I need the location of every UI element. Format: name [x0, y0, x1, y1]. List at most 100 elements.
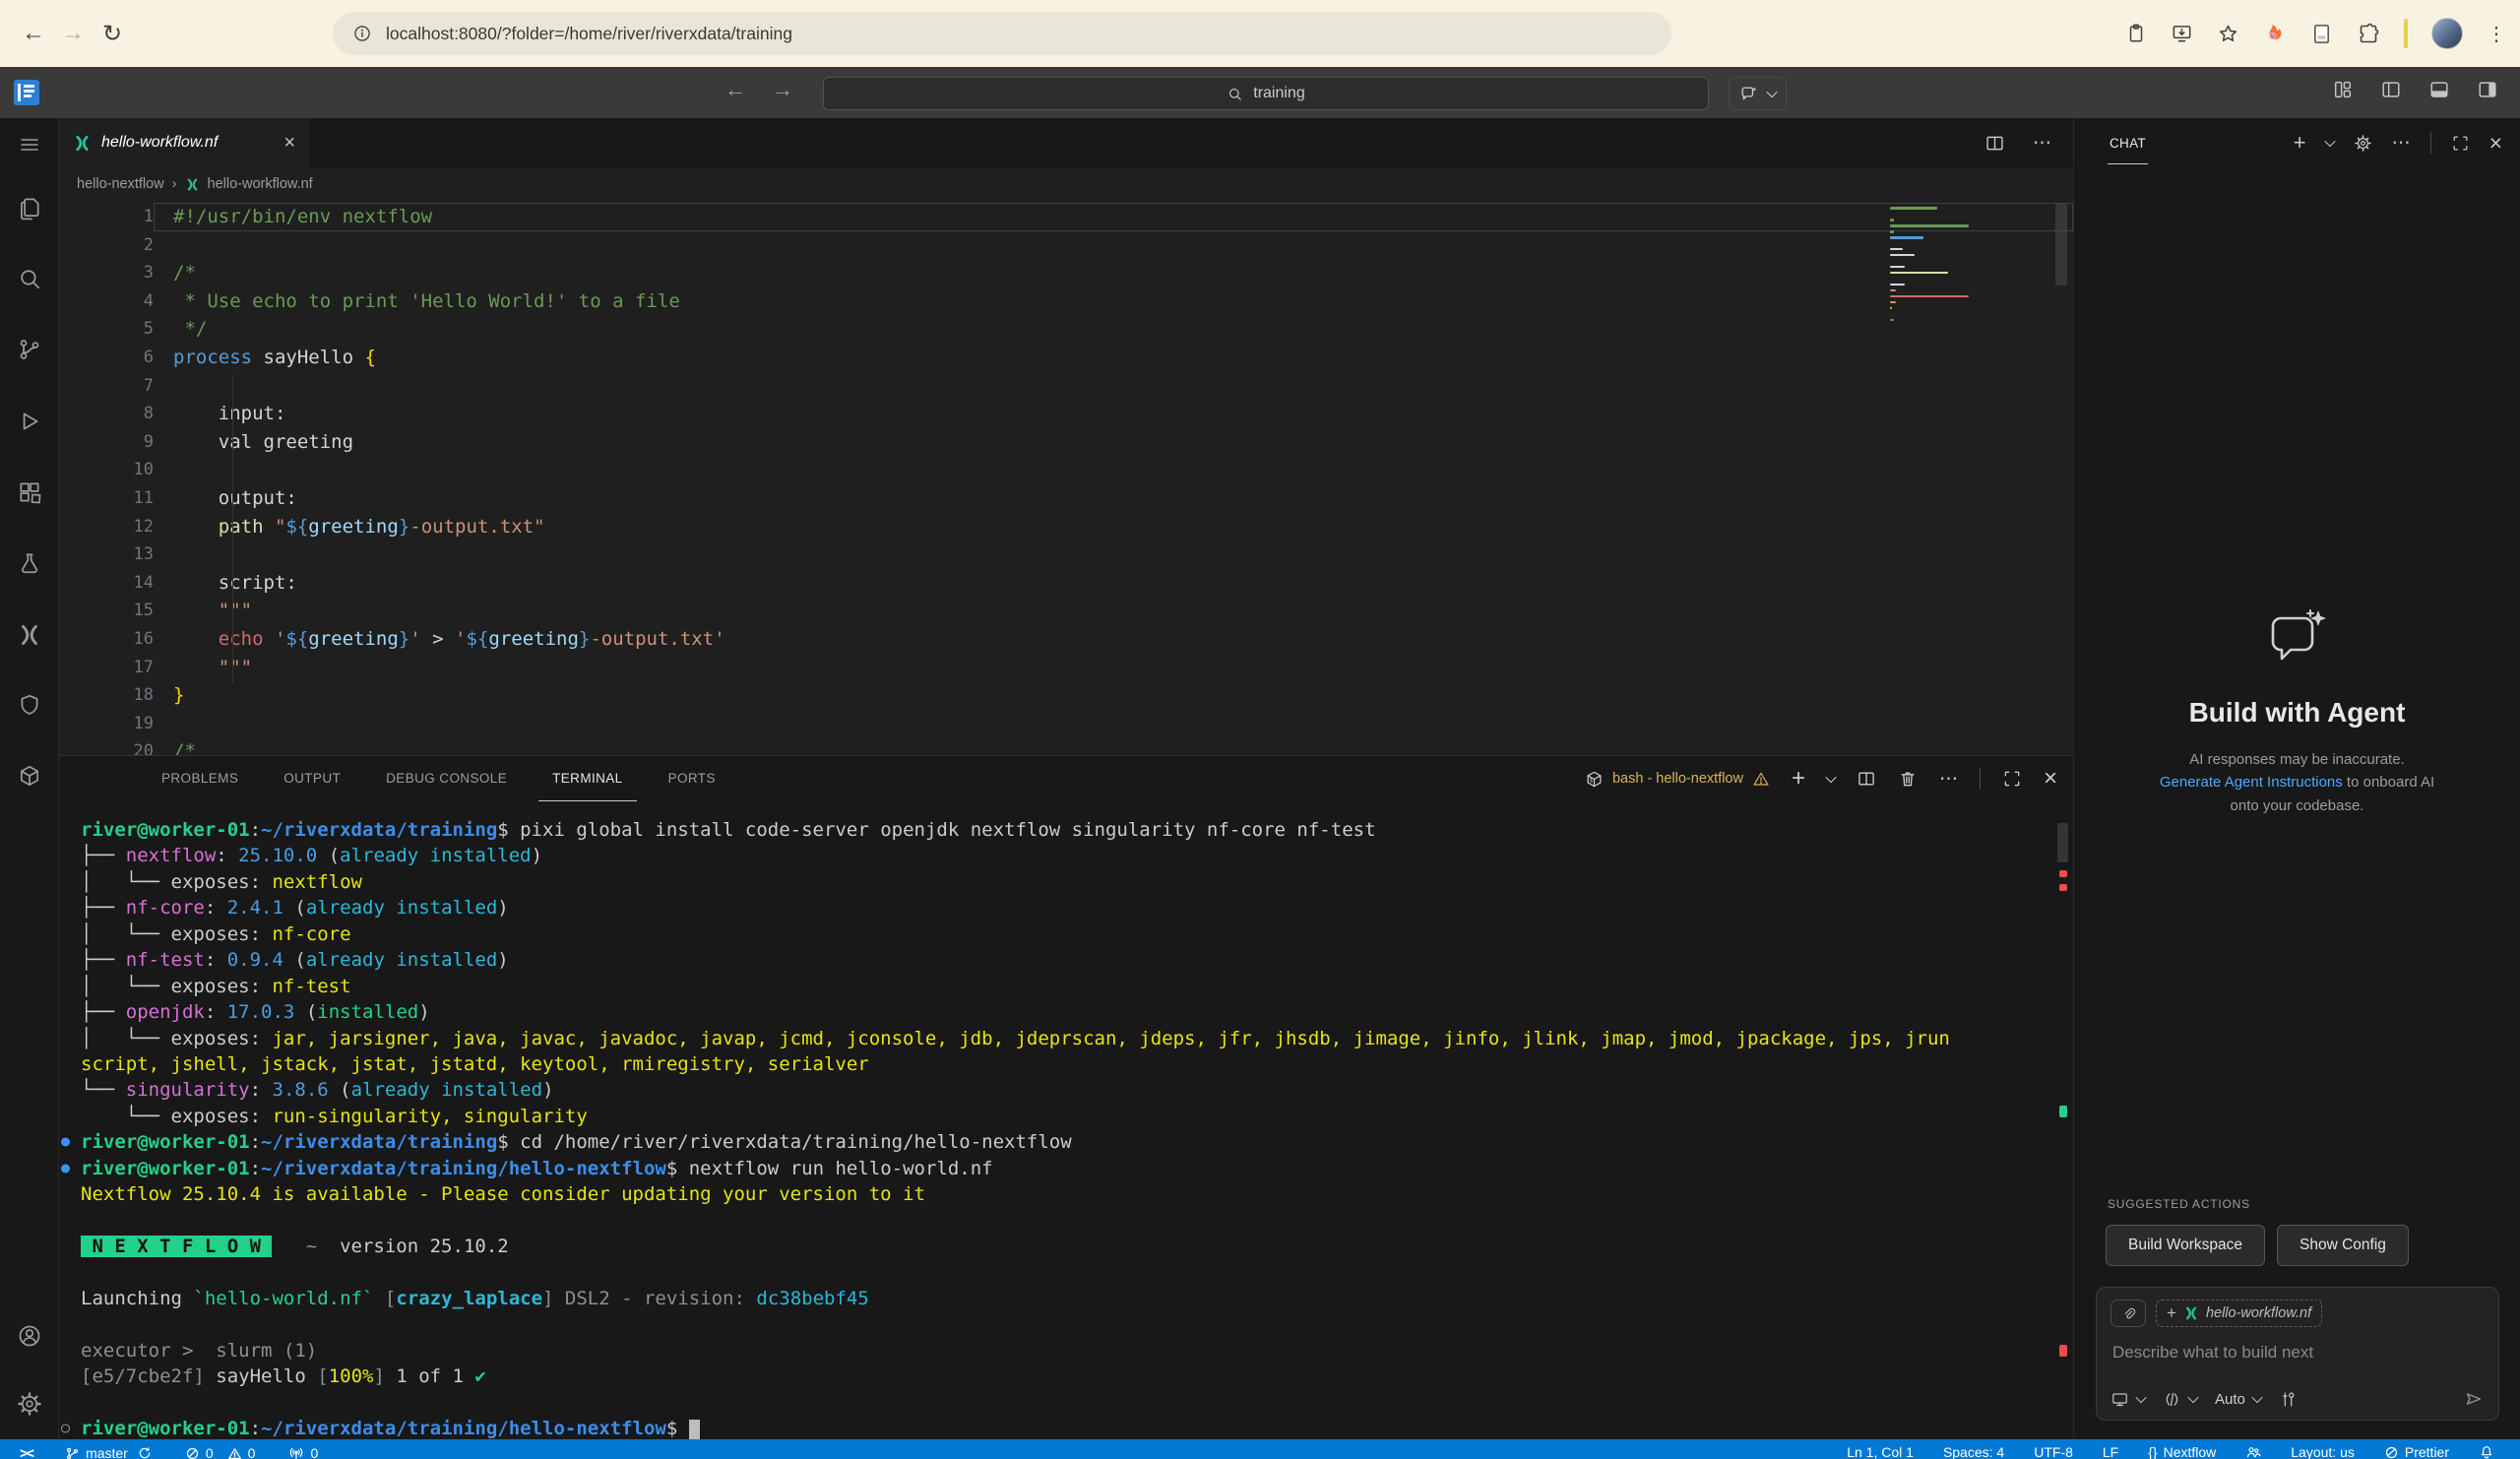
build-workspace-button[interactable]: Build Workspace — [2106, 1225, 2265, 1266]
split-terminal-icon[interactable] — [1857, 769, 1876, 789]
svg-text:$: $ — [1590, 778, 1593, 784]
menu-icon[interactable] — [16, 131, 43, 159]
code-line: 3/* — [59, 259, 2073, 287]
live-share-item[interactable] — [2245, 1444, 2261, 1459]
attach-context-button[interactable] — [2110, 1300, 2146, 1327]
breadcrumb-file[interactable]: hello-workflow.nf — [208, 176, 313, 192]
generate-agent-instructions-link[interactable]: Generate Agent Instructions — [2160, 774, 2343, 791]
browser-menu-kebab-icon[interactable]: ⋮ — [2487, 22, 2506, 46]
indentation-item[interactable]: Spaces: 4 — [1943, 1444, 2004, 1459]
formatter-item[interactable]: Prettier — [2384, 1444, 2449, 1459]
minimap[interactable] — [1890, 207, 1971, 325]
extensions-puzzle-icon[interactable] — [2357, 22, 2380, 45]
toggle-sidebar-icon[interactable] — [2380, 79, 2402, 100]
language-mode-item[interactable]: {} Nextflow — [2148, 1444, 2216, 1459]
toggle-panel-icon[interactable] — [2428, 79, 2450, 100]
remote-indicator[interactable]: >< — [20, 1444, 32, 1459]
browser-back-button[interactable]: ← — [14, 14, 53, 53]
chat-edit-mode-picker[interactable] — [2163, 1390, 2197, 1409]
terminal-scrollbar-thumb[interactable] — [2057, 823, 2068, 862]
breadcrumb-folder[interactable]: hello-nextflow — [77, 176, 164, 192]
search-sidebar-icon[interactable] — [16, 265, 43, 292]
close-panel-icon[interactable]: × — [2044, 765, 2057, 793]
chat-new-chevron-icon[interactable] — [2324, 136, 2335, 147]
suggested-actions-label: SUGGESTED ACTIONS — [2108, 1197, 2250, 1211]
terminal-dropdown-chevron-icon[interactable] — [1825, 772, 1836, 783]
chat-settings-gear-icon[interactable] — [2354, 134, 2372, 153]
git-branch-item[interactable]: master — [65, 1445, 152, 1459]
error-count: 0 — [206, 1445, 214, 1459]
context-chip-current-file[interactable]: + hello-workflow.nf — [2156, 1300, 2322, 1327]
chat-input-box[interactable]: + hello-workflow.nf Describe what to bui… — [2096, 1287, 2499, 1421]
account-icon[interactable] — [16, 1322, 43, 1350]
panel-tab-ports[interactable]: PORTS — [655, 756, 729, 801]
run-debug-icon[interactable] — [16, 408, 43, 435]
install-app-icon[interactable] — [2171, 23, 2193, 45]
chat-mode-picker[interactable] — [2110, 1390, 2145, 1409]
package-cube-icon[interactable] — [16, 762, 43, 790]
breadcrumb[interactable]: hello-nextflow › hello-workflow.nf — [59, 167, 2073, 201]
code-editor[interactable]: 1#!/usr/bin/env nextflow23/*4 * Use echo… — [59, 201, 2073, 755]
new-chat-icon[interactable]: + — [2294, 130, 2306, 156]
panel-tab-output[interactable]: OUTPUT — [270, 756, 354, 801]
clipboard-icon[interactable] — [2125, 23, 2147, 44]
source-control-icon[interactable] — [16, 336, 43, 363]
extension-flame-icon[interactable] — [2263, 22, 2287, 45]
history-back-icon[interactable]: ← — [724, 77, 746, 102]
eol-item[interactable]: LF — [2103, 1444, 2118, 1459]
history-forward-icon[interactable]: → — [772, 77, 793, 102]
chat-more-ellipsis-icon[interactable]: ⋯ — [2392, 132, 2411, 155]
address-bar[interactable]: localhost:8080/?folder=/home/river/river… — [333, 12, 1671, 55]
problems-item[interactable]: 0 0 — [185, 1445, 256, 1459]
tools-icon[interactable] — [2279, 1390, 2298, 1409]
model-picker[interactable]: Auto — [2215, 1391, 2261, 1408]
send-icon[interactable] — [2463, 1388, 2485, 1410]
titlebar-chat-button[interactable] — [1729, 77, 1787, 110]
shield-icon[interactable] — [16, 691, 43, 719]
browser-profile-avatar[interactable] — [2431, 18, 2463, 49]
notifications-item[interactable] — [2479, 1444, 2494, 1459]
maximize-panel-icon[interactable] — [2002, 769, 2022, 789]
terminal-line: ├── nextflow: 25.10.0 (already installed… — [59, 843, 1950, 868]
show-config-button[interactable]: Show Config — [2277, 1225, 2409, 1266]
terminal-session-tab[interactable]: $ bash - hello-nextflow — [1585, 770, 1770, 789]
editor-actions-ellipsis-icon[interactable]: ⋯ — [2033, 132, 2051, 155]
panel-tab-debug-console[interactable]: DEBUG CONSOLE — [372, 756, 521, 801]
nextflow-sidebar-icon[interactable] — [16, 621, 43, 649]
panel-tab-terminal[interactable]: TERMINAL — [538, 756, 636, 801]
extension-document-icon[interactable] — [2310, 23, 2333, 45]
new-terminal-icon[interactable]: + — [1792, 765, 1805, 793]
editor-scrollbar-thumb[interactable] — [2055, 203, 2067, 285]
browser-forward-button[interactable]: → — [53, 14, 93, 53]
testing-flask-icon[interactable] — [16, 549, 43, 577]
browser-reload-button[interactable]: ↻ — [93, 14, 132, 53]
terminal-line: N E X T F L O W ~ version 25.10.2 — [59, 1234, 1950, 1259]
tab-hello-workflow[interactable]: hello-workflow.nf × — [59, 118, 309, 167]
code-line: 2 — [59, 231, 2073, 260]
command-pending-dot — [61, 1425, 70, 1433]
chat-maximize-icon[interactable] — [2451, 134, 2470, 153]
site-info-icon[interactable] — [352, 24, 372, 43]
model-label: Auto — [2215, 1391, 2245, 1408]
cursor-position-item[interactable]: Ln 1, Col 1 — [1847, 1444, 1914, 1459]
keyboard-layout-item[interactable]: Layout: us — [2291, 1444, 2355, 1459]
toggle-secondary-sidebar-icon[interactable] — [2477, 79, 2498, 100]
chat-tab[interactable]: CHAT — [2108, 121, 2148, 164]
tab-close-icon[interactable]: × — [284, 132, 295, 155]
extensions-icon[interactable] — [16, 478, 43, 506]
ports-item[interactable]: 0 — [288, 1445, 318, 1459]
bookmark-star-icon[interactable] — [2217, 23, 2239, 45]
panel-tab-problems[interactable]: PROBLEMS — [148, 756, 252, 801]
encoding-item[interactable]: UTF-8 — [2034, 1444, 2073, 1459]
terminal-line — [59, 1390, 1950, 1416]
command-center-search[interactable]: training — [823, 77, 1709, 110]
terminal-more-ellipsis-icon[interactable]: ⋯ — [1939, 768, 1958, 791]
split-editor-icon[interactable] — [1984, 133, 2005, 154]
terminal-output[interactable]: river@worker-01:~/riverxdata/training$ p… — [59, 817, 1950, 1442]
chat-close-icon[interactable]: × — [2489, 130, 2502, 157]
customize-layout-icon[interactable] — [2332, 79, 2354, 100]
bell-icon — [2479, 1444, 2494, 1459]
settings-gear-icon[interactable] — [16, 1390, 43, 1418]
explorer-icon[interactable] — [16, 194, 43, 222]
kill-terminal-trash-icon[interactable] — [1898, 769, 1918, 789]
